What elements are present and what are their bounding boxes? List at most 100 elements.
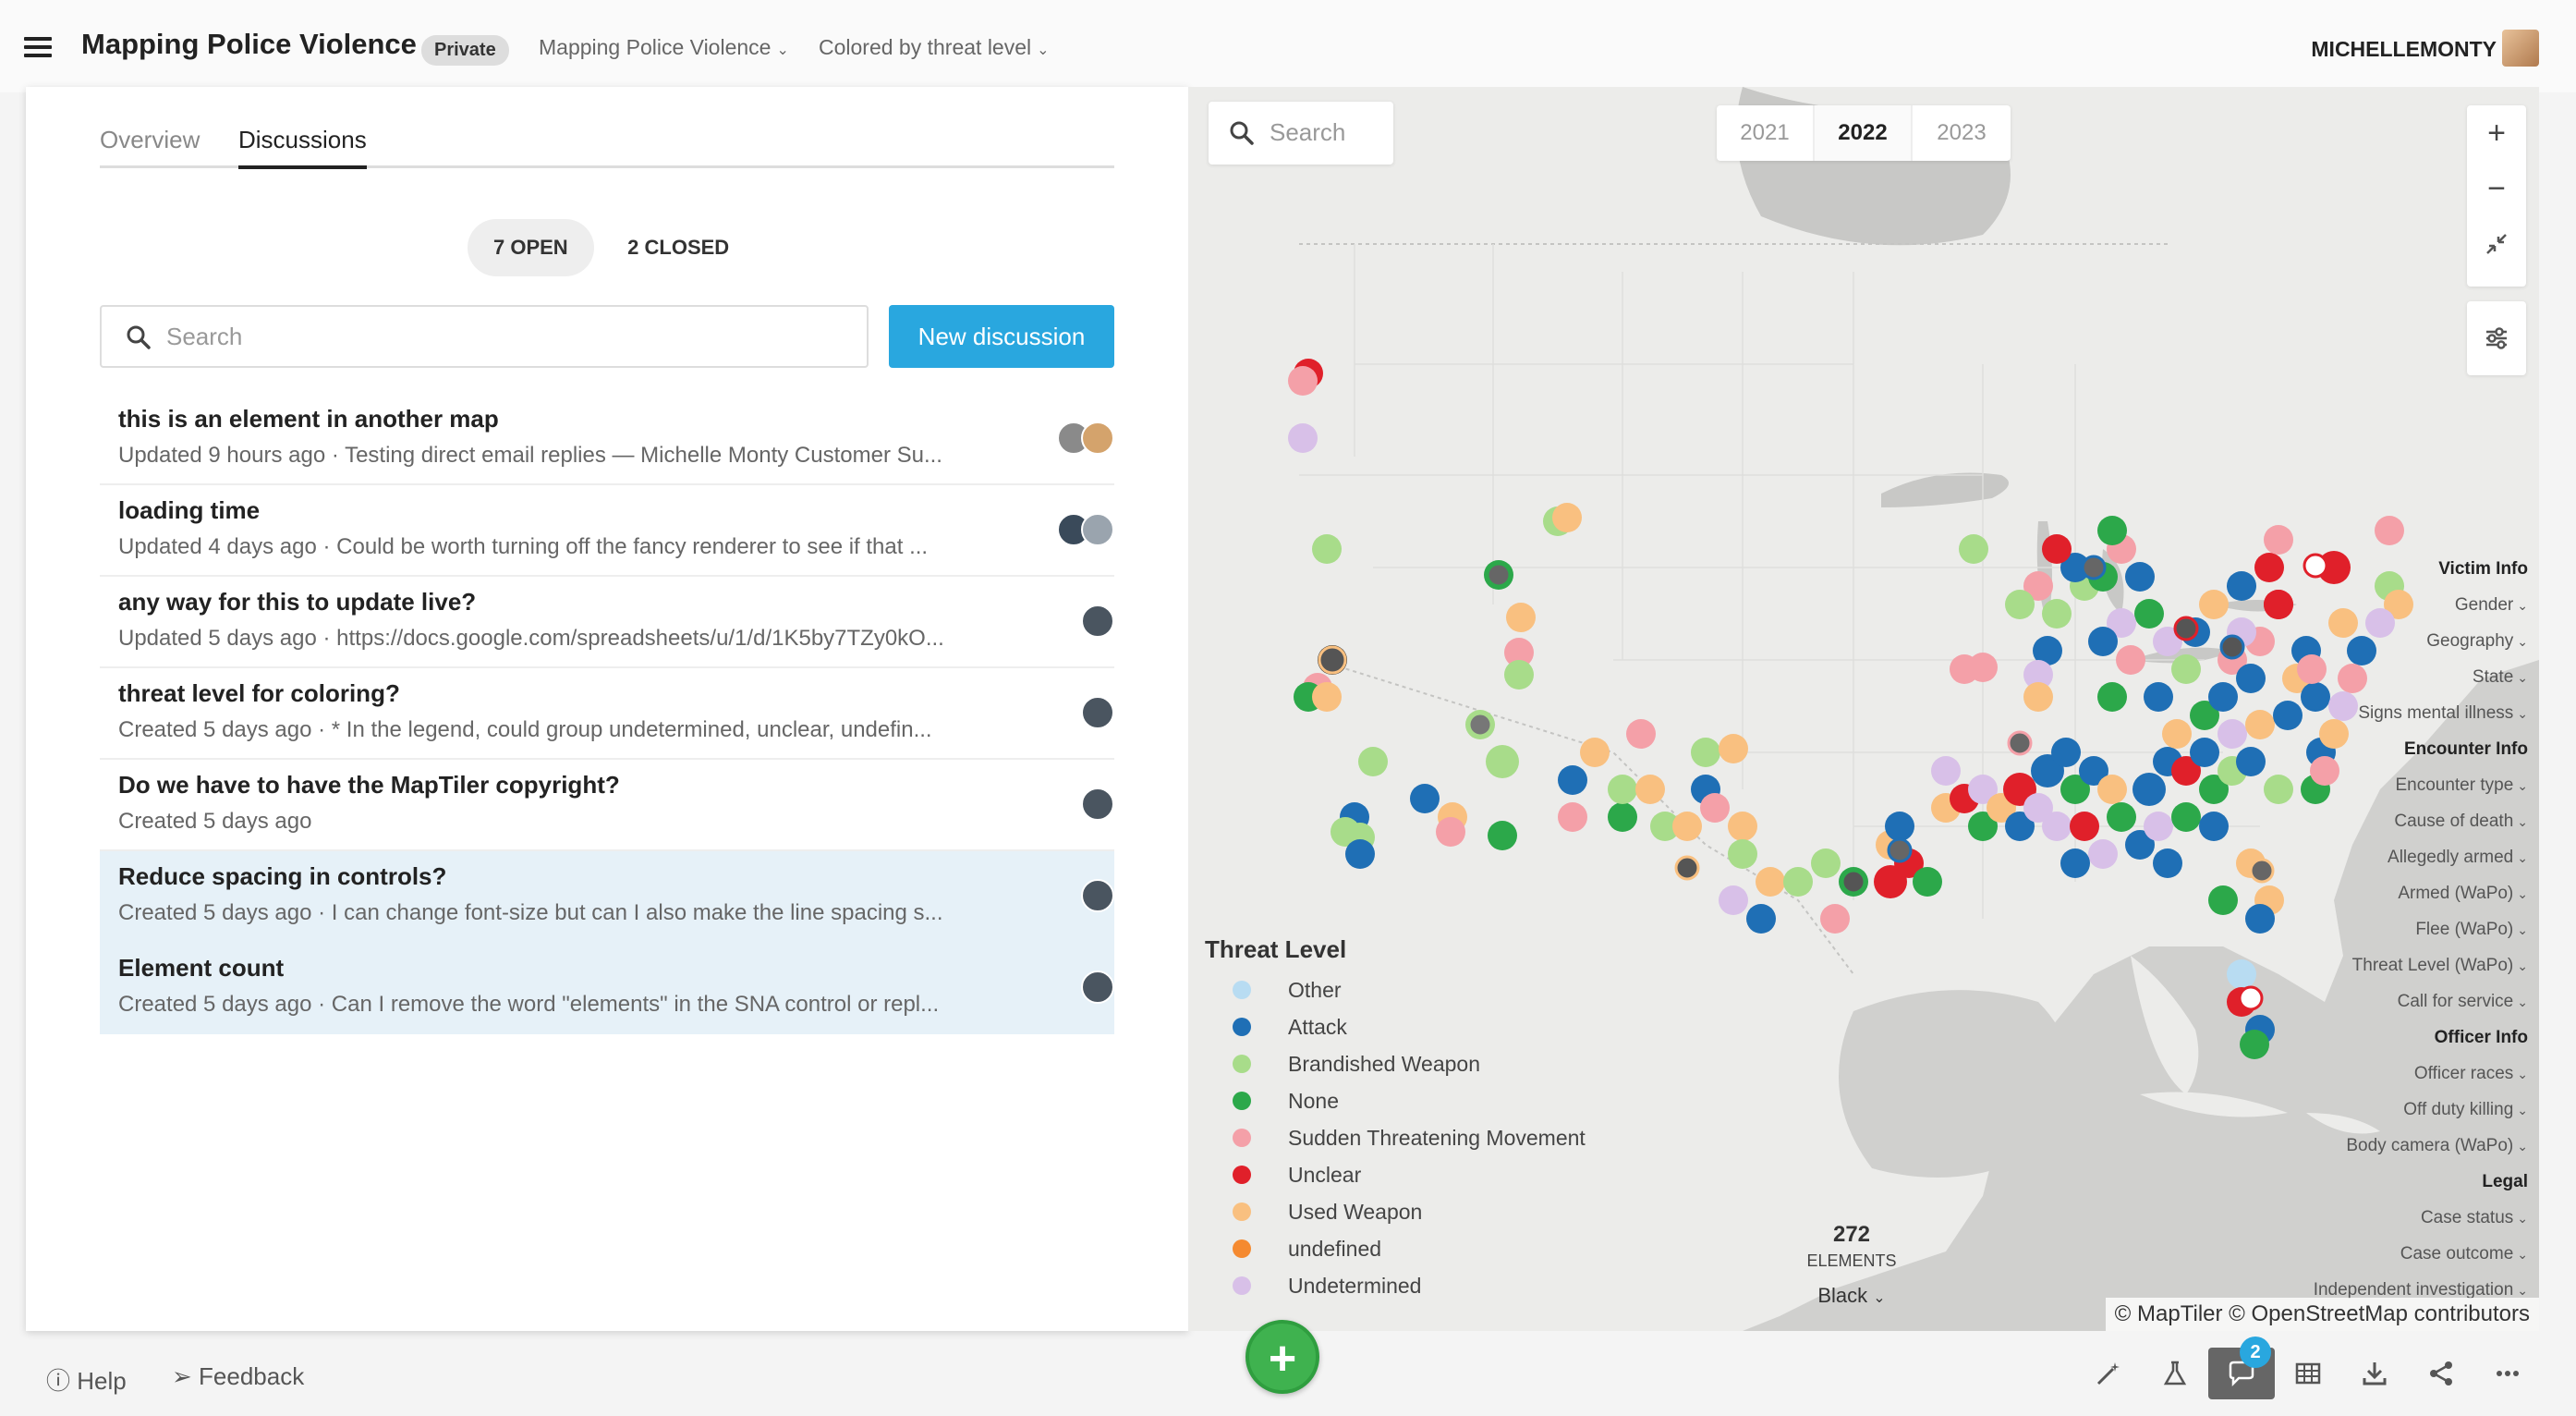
list-item[interactable]: threat level for coloring? Created 5 day… (100, 668, 1114, 760)
feedback-button[interactable]: ➢ Feedback (172, 1362, 304, 1391)
incident-marker[interactable] (2245, 710, 2275, 739)
incident-marker[interactable] (2042, 812, 2072, 841)
color-selector[interactable]: Colored by threat level ⌄ (819, 35, 1050, 60)
incident-marker[interactable] (2097, 516, 2127, 545)
share-button[interactable] (2408, 1348, 2474, 1399)
list-item[interactable]: this is an element in another map Update… (100, 394, 1114, 485)
list-item[interactable]: Element count Created 5 days ago · Can I… (100, 943, 1114, 1034)
tab-overview[interactable]: Overview (100, 126, 200, 165)
incident-marker[interactable] (2088, 627, 2118, 656)
legend-item-unclear[interactable]: Unclear (1205, 1156, 1586, 1193)
filter-signs-mental-illness[interactable]: Signs mental illness ⌄ (2314, 695, 2528, 731)
download-button[interactable] (2341, 1348, 2408, 1399)
legend-item-none[interactable]: None (1205, 1082, 1586, 1119)
more-options-button[interactable] (2474, 1348, 2541, 1399)
incident-marker[interactable] (2273, 701, 2303, 730)
incident-marker[interactable] (2171, 654, 2201, 684)
filter-off-duty-killing[interactable]: Off duty killing ⌄ (2314, 1092, 2528, 1128)
help-button[interactable]: ⓘ Help (46, 1362, 127, 1397)
legend-item-undefined[interactable]: undefined (1205, 1230, 1586, 1267)
incident-marker[interactable] (1968, 653, 1998, 682)
filter-cause-of-death[interactable]: Cause of death ⌄ (2314, 803, 2528, 839)
incident-marker[interactable] (1931, 756, 1961, 786)
incident-marker[interactable] (1913, 867, 1942, 897)
incident-marker[interactable] (2190, 738, 2219, 767)
incident-marker[interactable] (1820, 904, 1850, 934)
closed-filter-button[interactable]: 2 CLOSED (601, 219, 755, 276)
incident-marker[interactable] (2171, 802, 2201, 832)
incident-marker[interactable] (1811, 848, 1841, 878)
incident-marker[interactable] (1746, 904, 1776, 934)
incident-marker[interactable] (1959, 534, 1988, 564)
incident-marker[interactable] (2060, 848, 2090, 878)
avatar[interactable] (2502, 30, 2539, 67)
list-item[interactable]: Reduce spacing in controls? Created 5 da… (100, 851, 1114, 943)
incident-marker[interactable] (1719, 734, 1748, 763)
incident-marker[interactable] (1672, 812, 1702, 841)
year-option-2023[interactable]: 2023 (1913, 105, 2011, 161)
incident-marker[interactable] (2208, 885, 2238, 915)
incident-marker[interactable] (2132, 773, 2166, 806)
incident-marker[interactable] (2081, 555, 2107, 580)
incident-marker[interactable] (1312, 534, 1342, 564)
incident-marker[interactable] (2144, 682, 2173, 712)
incident-marker[interactable] (1674, 855, 1700, 881)
incident-marker[interactable] (2134, 599, 2164, 629)
filter-geography[interactable]: Geography ⌄ (2314, 623, 2528, 659)
zoom-in-button[interactable]: + (2467, 105, 2526, 161)
incident-marker[interactable] (1885, 812, 1914, 841)
incident-marker[interactable] (2249, 858, 2275, 884)
incident-marker[interactable] (2264, 590, 2293, 619)
incident-marker[interactable] (2240, 1030, 2269, 1059)
incident-marker[interactable] (1288, 423, 1318, 453)
table-button[interactable] (2275, 1348, 2341, 1399)
incident-marker[interactable] (1728, 839, 1757, 869)
flask-button[interactable] (2142, 1348, 2208, 1399)
incident-marker[interactable] (1558, 802, 1587, 832)
incident-marker[interactable] (2264, 525, 2293, 555)
filter-state[interactable]: State ⌄ (2314, 659, 2528, 695)
incident-marker[interactable] (1312, 682, 1342, 712)
incident-marker[interactable] (1552, 503, 1582, 532)
incident-marker[interactable] (2162, 719, 2192, 749)
incident-marker[interactable] (1700, 793, 1730, 823)
incident-marker[interactable] (2097, 775, 2127, 804)
zoom-out-button[interactable]: − (2467, 161, 2526, 216)
filter-officer-races[interactable]: Officer races ⌄ (2314, 1056, 2528, 1092)
incident-marker[interactable] (1358, 747, 1388, 776)
incident-marker[interactable] (1436, 817, 1465, 847)
legend-item-sudden-threatening-movement[interactable]: Sudden Threatening Movement (1205, 1119, 1586, 1156)
incident-marker[interactable] (1288, 366, 1318, 396)
open-filter-button[interactable]: 7 OPEN (468, 219, 594, 276)
incident-marker[interactable] (1580, 738, 1610, 767)
incident-marker[interactable] (2199, 812, 2229, 841)
incident-marker[interactable] (2208, 682, 2238, 712)
incident-marker[interactable] (1345, 839, 1375, 869)
incident-marker[interactable] (1318, 645, 1347, 675)
color-mode-dropdown[interactable]: Black ⌄ (1805, 1284, 1898, 1308)
new-discussion-button[interactable]: New discussion (889, 305, 1114, 368)
incident-marker[interactable] (1558, 765, 1587, 795)
incident-marker[interactable] (2375, 516, 2404, 545)
tab-discussions[interactable]: Discussions (238, 126, 367, 169)
filter-body-camera-wapo[interactable]: Body camera (WaPo) ⌄ (2314, 1128, 2528, 1164)
add-element-button[interactable]: + (1245, 1320, 1319, 1394)
filter-gender[interactable]: Gender ⌄ (2314, 587, 2528, 623)
incident-marker[interactable] (2236, 664, 2266, 693)
menu-icon[interactable] (24, 37, 52, 57)
incident-marker[interactable] (1841, 869, 1866, 895)
incident-marker[interactable] (2144, 812, 2173, 841)
incident-marker[interactable] (2023, 682, 2053, 712)
incident-marker[interactable] (2005, 590, 2035, 619)
incident-marker[interactable] (1719, 885, 1748, 915)
incident-marker[interactable] (2227, 571, 2256, 601)
filter-encounter-type[interactable]: Encounter type ⌄ (2314, 767, 2528, 803)
search-input[interactable] (166, 318, 832, 355)
filter-allegedly-armed[interactable]: Allegedly armed ⌄ (2314, 839, 2528, 875)
list-item[interactable]: Do we have to have the MapTiler copyrigh… (100, 760, 1114, 851)
map-selector[interactable]: Mapping Police Violence ⌄ (539, 35, 789, 60)
incident-marker[interactable] (2116, 645, 2145, 675)
incident-marker[interactable] (2219, 634, 2245, 660)
incident-marker[interactable] (1626, 719, 1656, 749)
incident-marker[interactable] (1756, 867, 1785, 897)
